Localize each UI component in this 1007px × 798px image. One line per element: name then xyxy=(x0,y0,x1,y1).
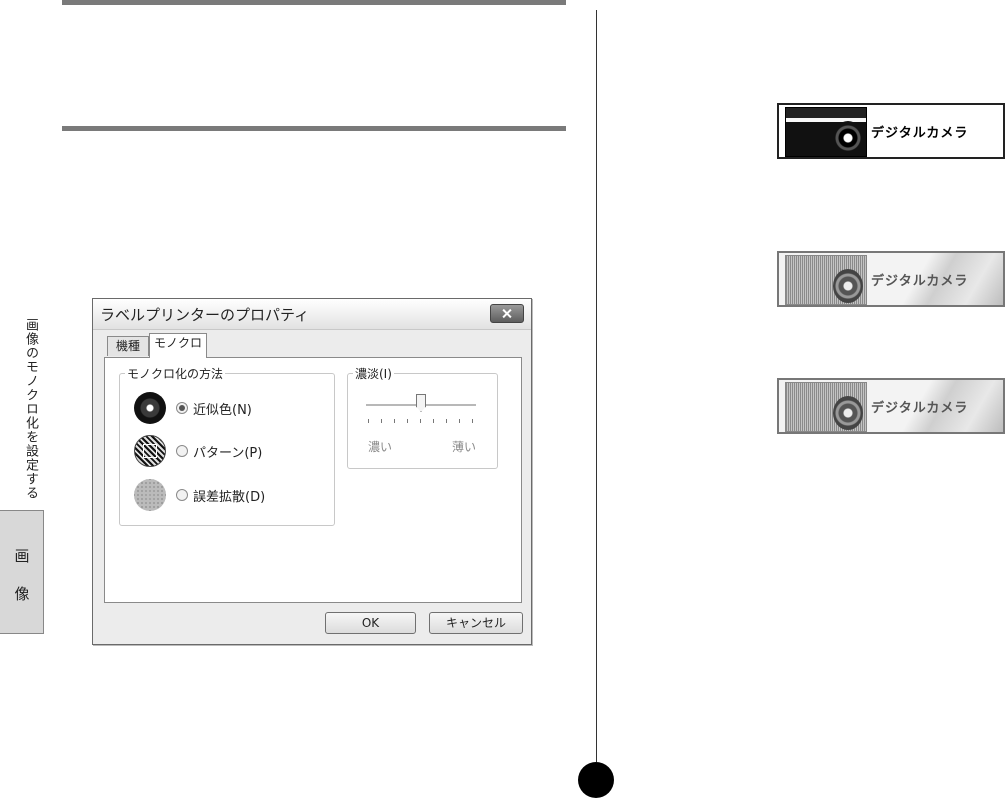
tab-model[interactable]: 機種 xyxy=(107,336,149,356)
slider-tick xyxy=(381,419,382,423)
density-slider-thumb[interactable] xyxy=(416,394,426,412)
density-light-label: 薄い xyxy=(452,440,477,454)
slider-tick xyxy=(433,419,434,423)
close-icon[interactable] xyxy=(490,304,524,323)
option-near-color[interactable]: 近似色(N) xyxy=(120,388,320,428)
near-color-label: 近似色(N) xyxy=(193,403,252,418)
slider-tick xyxy=(407,419,408,423)
sample-label: デジタルカメラ xyxy=(871,126,969,141)
method-group: モノクロ化の方法 近似色(N) パターン(P) 誤差拡散(D) xyxy=(119,365,335,526)
pattern-radio[interactable] xyxy=(176,445,188,457)
camera-lens-icon xyxy=(833,121,863,155)
slider-tick xyxy=(472,419,473,423)
tab-panel: モノクロ化の方法 近似色(N) パターン(P) 誤差拡散(D) 濃淡(I) 濃い… xyxy=(104,357,522,603)
option-pattern[interactable]: パターン(P) xyxy=(120,431,320,471)
cancel-button[interactable]: キャンセル xyxy=(429,612,523,634)
sample-near-color: デジタルカメラ xyxy=(777,103,1005,159)
section-rule xyxy=(62,126,566,131)
camera-lens-icon xyxy=(833,269,863,303)
top-rule xyxy=(62,0,566,5)
camera-lens-icon xyxy=(833,396,863,430)
error-diffusion-icon xyxy=(134,479,166,511)
dialog-title: ラベルプリンターのプロパティ xyxy=(100,306,310,324)
method-group-label: モノクロ化の方法 xyxy=(125,365,226,382)
slider-tick xyxy=(368,419,369,423)
density-group: 濃淡(I) 濃い 薄い xyxy=(347,365,498,469)
sample-error-diffusion: デジタルカメラ xyxy=(777,378,1005,434)
sample-pattern: デジタルカメラ xyxy=(777,251,1005,307)
near-color-icon xyxy=(134,392,166,424)
side-tab-char-2: 像 xyxy=(14,585,30,603)
properties-dialog: ラベルプリンターのプロパティ 機種 モノクロ モノクロ化の方法 近似色(N) パ… xyxy=(92,298,532,645)
title-bar[interactable]: ラベルプリンターのプロパティ xyxy=(93,299,531,330)
side-index-tab: 画 像 xyxy=(0,510,44,634)
pattern-icon xyxy=(134,435,166,467)
near-color-radio[interactable] xyxy=(176,402,188,414)
density-dark-label: 濃い xyxy=(368,440,393,454)
pattern-label: パターン(P) xyxy=(193,446,263,461)
sample-label: デジタルカメラ xyxy=(871,401,969,416)
tab-monochrome[interactable]: モノクロ xyxy=(149,333,207,358)
ok-button[interactable]: OK xyxy=(325,612,416,634)
slider-tick xyxy=(420,419,421,423)
column-divider xyxy=(596,10,597,762)
slider-tick xyxy=(394,419,395,423)
error-diffusion-label: 誤差拡散(D) xyxy=(193,490,266,505)
sample-label: デジタルカメラ xyxy=(871,274,969,289)
density-group-label: 濃淡(I) xyxy=(353,365,394,382)
side-tab-char-1: 画 xyxy=(14,547,30,565)
option-error-diffusion[interactable]: 誤差拡散(D) xyxy=(120,475,320,515)
error-diffusion-radio[interactable] xyxy=(176,489,188,501)
slider-tick xyxy=(459,419,460,423)
slider-tick xyxy=(446,419,447,423)
side-caption: 画像のモノクロ化を設定する xyxy=(23,318,38,500)
